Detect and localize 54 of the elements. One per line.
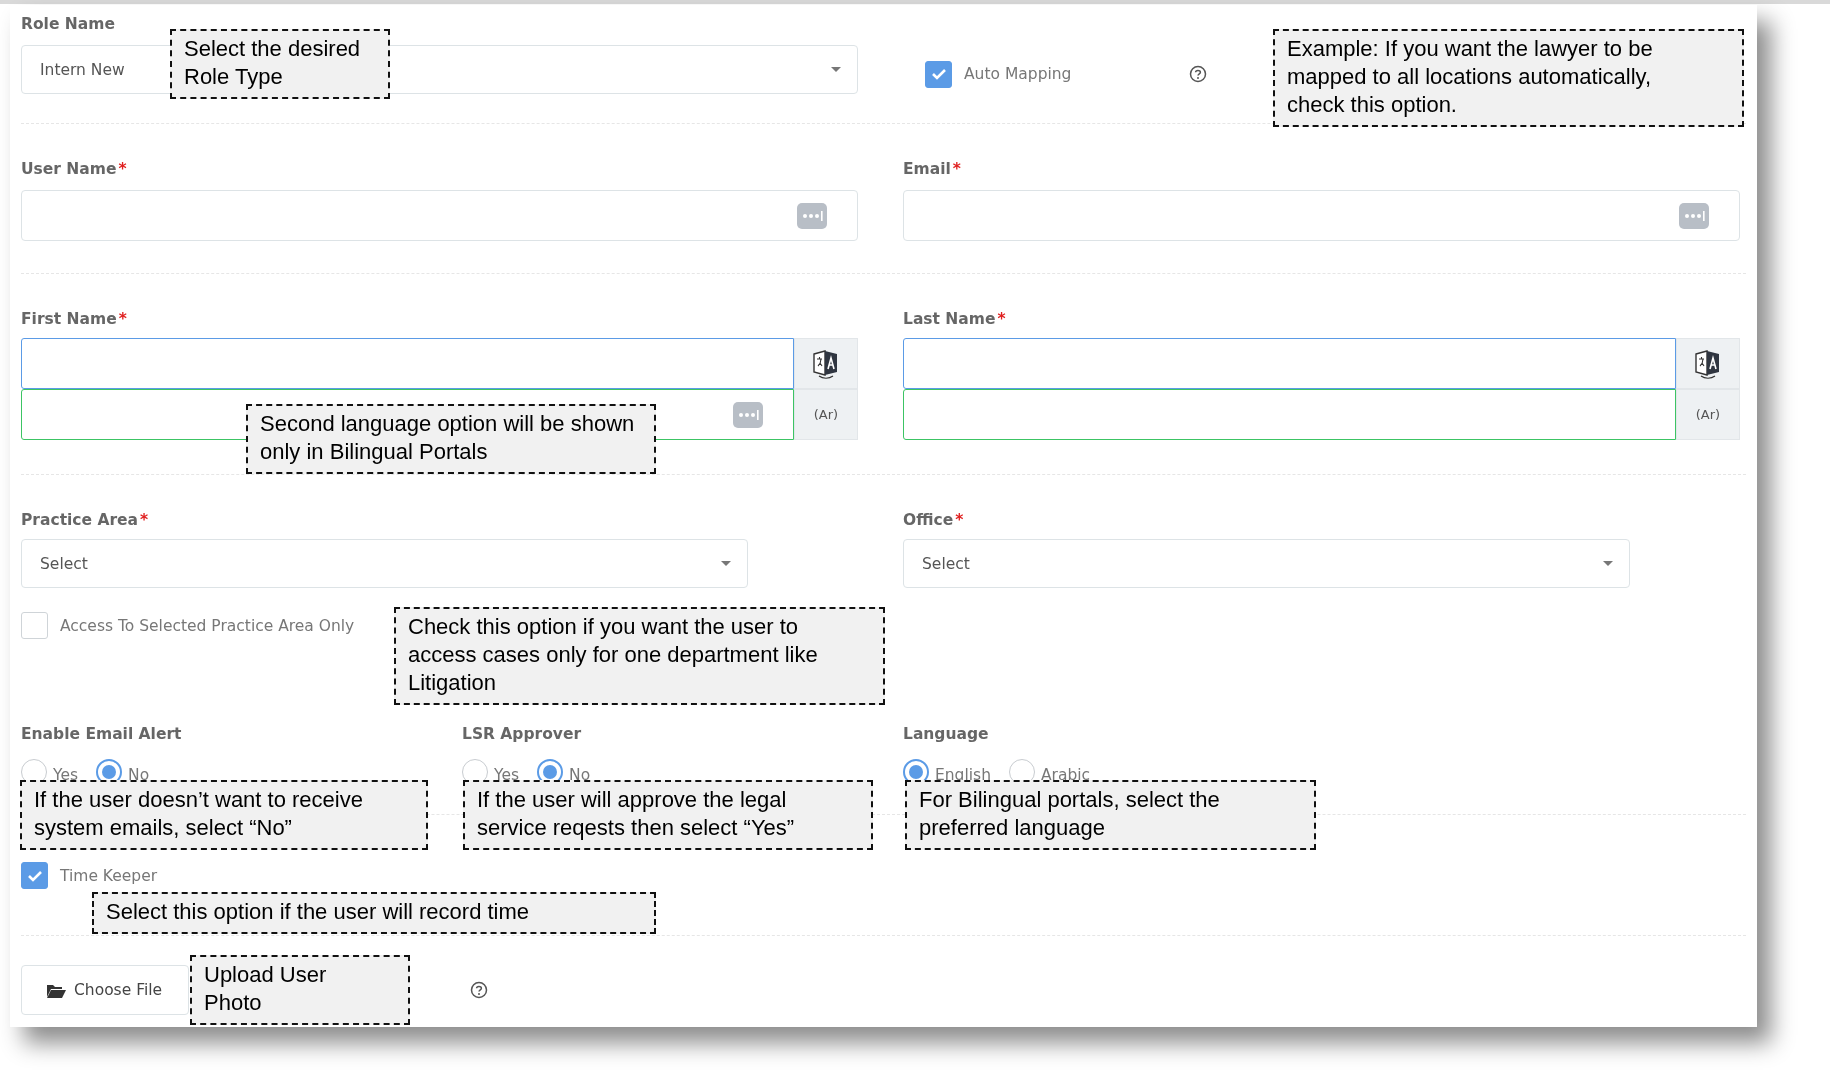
group-label: Enable Email Alert [21,725,183,743]
callout-tooltip: Example: If you want the lawyer to be mapped to all locations automatically, check this option. [1273,29,1744,127]
email-field[interactable] [903,190,1740,241]
language-tag: (Ar) [1676,389,1740,440]
ellipsis-icon [1679,202,1709,229]
callout-tooltip: Check this option if you want the user to access cases only for one department like Litigation [394,607,885,705]
callout-tooltip: Select the desired Role Type [170,29,390,99]
required-mark: * [118,310,127,328]
field-label: User Name [21,160,117,178]
ellipsis-icon [797,202,827,229]
office-select[interactable]: Select [903,539,1630,588]
checkbox-label: Auto Mapping [964,65,1072,83]
translate-button[interactable] [1676,338,1740,389]
name-field[interactable] [903,338,1676,389]
field-label: Last Name [903,310,996,328]
caret-icon [1603,561,1613,566]
language-tag: (Ar) [794,389,858,440]
help-icon [470,981,488,999]
check-icon [930,68,947,80]
callout-tooltip: For Bilingual portals, select the preferred language [905,780,1316,850]
checkbox[interactable] [21,862,48,889]
callout-tooltip: If the user doesn’t want to receive system emails, select “No” [20,780,428,850]
required-mark: * [952,160,961,178]
field-label: Practice Area [21,511,139,529]
ellipsis-icon [733,401,763,428]
second-language-field[interactable] [903,389,1676,440]
translate-button[interactable] [794,338,858,389]
callout-tooltip: If the user will approve the legal service reqests then select “Yes” [463,780,873,850]
check-icon [26,869,43,882]
name-field[interactable] [21,338,794,389]
required-mark: * [118,160,127,178]
checkbox-label: Access To Selected Practice Area Only [60,616,355,635]
group-label: Language [903,725,990,743]
checkbox[interactable] [21,612,48,639]
required-mark: * [955,511,964,529]
choose-file-button[interactable]: Choose File [21,965,189,1015]
field-label: First Name [21,310,117,328]
field-label: Role Name [21,15,115,33]
caret-icon [721,561,731,566]
user-name-field[interactable] [21,190,858,241]
folder-icon [46,982,66,998]
group-label: LSR Approver [462,725,583,743]
help-icon [1189,65,1207,83]
required-mark: * [140,511,149,529]
callout-tooltip: Second language option will be shown only in Bilingual Portals [246,404,656,474]
callout-tooltip: Select this option if the user will record time [92,892,656,934]
caret-icon [831,67,841,72]
practice-area-select[interactable]: Select [21,539,748,588]
field-label: Email [903,160,951,178]
callout-tooltip: Upload User Photo [190,955,410,1025]
checkbox[interactable] [925,60,952,88]
field-label: Office [903,511,954,529]
checkbox-label: Time Keeper [60,866,158,885]
required-mark: * [997,310,1006,328]
